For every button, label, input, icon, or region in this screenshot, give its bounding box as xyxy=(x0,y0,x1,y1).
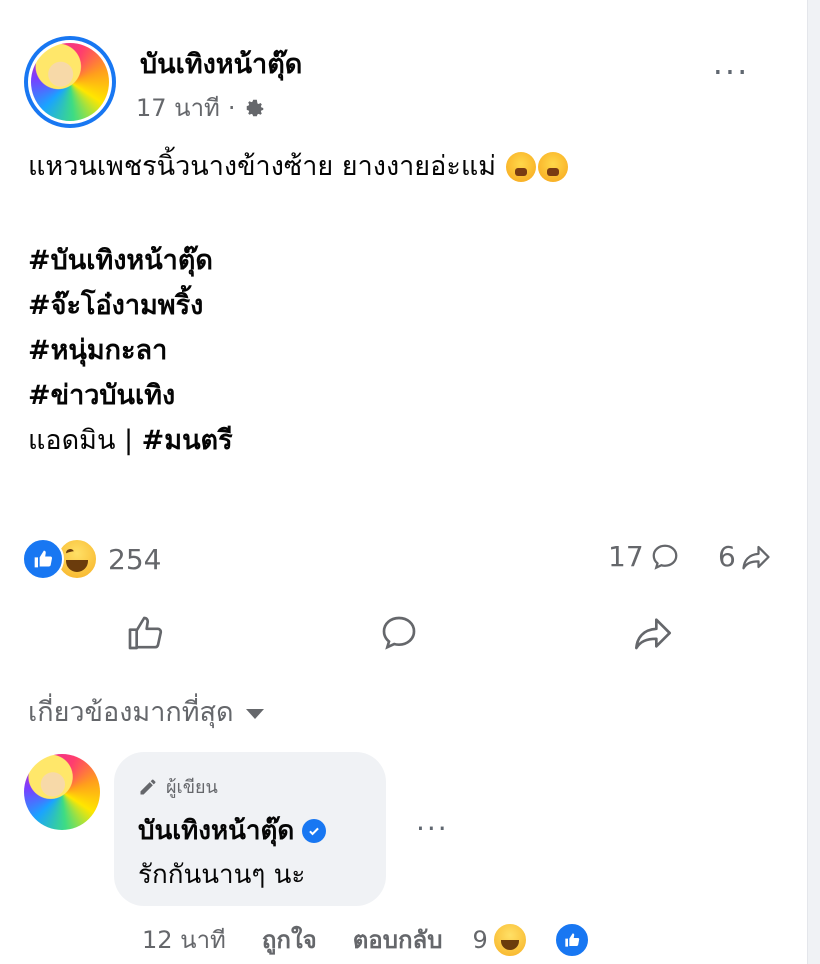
reaction-count: 254 xyxy=(108,542,162,576)
facebook-post: บันเทิงหน้าตุ๊ด 17 นาที · ··· แหวนเพชรนิ… xyxy=(0,0,806,964)
comment-count-button[interactable]: 17 xyxy=(608,540,680,573)
comment-like-button[interactable]: ถูกใจ xyxy=(262,920,317,959)
comment-text: รักกันนานๆ นะ xyxy=(138,860,306,890)
comment-avatar[interactable] xyxy=(24,754,100,830)
comment-count: 17 xyxy=(608,540,644,573)
author-badge-label: ผู้เขียน xyxy=(166,777,218,798)
comment-icon xyxy=(382,616,416,650)
author-badge: ผู้เขียน xyxy=(138,772,218,801)
hashtag-link[interactable]: #จ๊ะโอ๋งามพริ้ง xyxy=(28,283,233,328)
emoji-group xyxy=(506,151,569,182)
share-count-button[interactable]: 6 xyxy=(718,540,772,573)
comment-reply-button[interactable]: ตอบกลับ xyxy=(353,920,443,959)
hashtag-link[interactable]: #บันเทิงหน้าตุ๊ด xyxy=(28,238,233,283)
like-reaction-icon xyxy=(553,921,590,958)
comment-actions: 12 นาที ถูกใจ ตอบกลับ 9 xyxy=(142,920,626,959)
haha-reaction-icon xyxy=(491,921,528,958)
page-avatar[interactable] xyxy=(24,36,116,128)
hashtag-link[interactable]: #ข่าวบันเทิง xyxy=(28,373,233,418)
like-button[interactable] xyxy=(118,608,172,658)
post-meta: 17 นาที · xyxy=(136,88,266,127)
comment-button[interactable] xyxy=(372,608,426,658)
caret-down-icon xyxy=(245,708,264,719)
page-name[interactable]: บันเทิงหน้าตุ๊ด xyxy=(140,42,302,85)
reaction-summary[interactable]: 254 xyxy=(22,538,161,580)
face-emoji-icon xyxy=(538,151,569,182)
admin-hashtag-link[interactable]: #มนตรี xyxy=(142,425,233,456)
verified-badge-icon xyxy=(302,818,327,843)
comment-icon xyxy=(652,544,678,570)
post-caption: แหวนเพชรนิ้วนางข้างซ้าย ยางงายอ่ะแม่ xyxy=(28,151,497,182)
hashtag-list: #บันเทิงหน้าตุ๊ด #จ๊ะโอ๋งามพริ้ง #หนุ่มก… xyxy=(28,238,233,463)
pencil-icon xyxy=(140,779,156,794)
sort-label: เกี่ยวข้องมากที่สุด xyxy=(28,697,234,728)
admin-prefix: แอดมิน | xyxy=(28,425,142,456)
comment-time[interactable]: 12 นาที xyxy=(142,920,226,959)
comment-bubble: ผู้เขียน บันเทิงหน้าตุ๊ด รักกันนานๆ นะ xyxy=(114,752,386,906)
comment-author-name[interactable]: บันเทิงหน้าตุ๊ด xyxy=(138,810,327,851)
admin-signature: แอดมิน | #มนตรี xyxy=(28,418,233,463)
share-count: 6 xyxy=(718,540,736,573)
face-emoji-icon xyxy=(506,151,537,182)
scrollbar[interactable] xyxy=(807,0,820,964)
post-text-line: แหวนเพชรนิ้วนางข้างซ้าย ยางงายอ่ะแม่ xyxy=(28,144,569,189)
comment-reaction-summary[interactable]: 9 xyxy=(472,921,625,958)
thumbs-up-icon xyxy=(128,616,163,650)
post-time[interactable]: 17 นาที xyxy=(136,88,220,127)
share-icon xyxy=(635,618,671,650)
share-button[interactable] xyxy=(626,608,680,658)
comment-author-text: บันเทิงหน้าตุ๊ด xyxy=(138,816,295,846)
post-more-button[interactable]: ··· xyxy=(708,56,754,92)
comment-reaction-count: 9 xyxy=(472,925,488,954)
comment-sort-dropdown[interactable]: เกี่ยวข้องมากที่สุด xyxy=(28,690,264,733)
post-text: แหวนเพชรนิ้วนางข้างซ้าย ยางงายอ่ะแม่ xyxy=(28,144,569,189)
comment-more-button[interactable]: ··· xyxy=(416,812,449,845)
gear-icon[interactable] xyxy=(244,97,266,119)
like-reaction-icon xyxy=(22,538,64,580)
share-icon xyxy=(742,545,770,569)
meta-separator: · xyxy=(227,93,236,122)
avatar-image xyxy=(28,40,112,124)
hashtag-link[interactable]: #หนุ่มกะลา xyxy=(28,328,233,373)
